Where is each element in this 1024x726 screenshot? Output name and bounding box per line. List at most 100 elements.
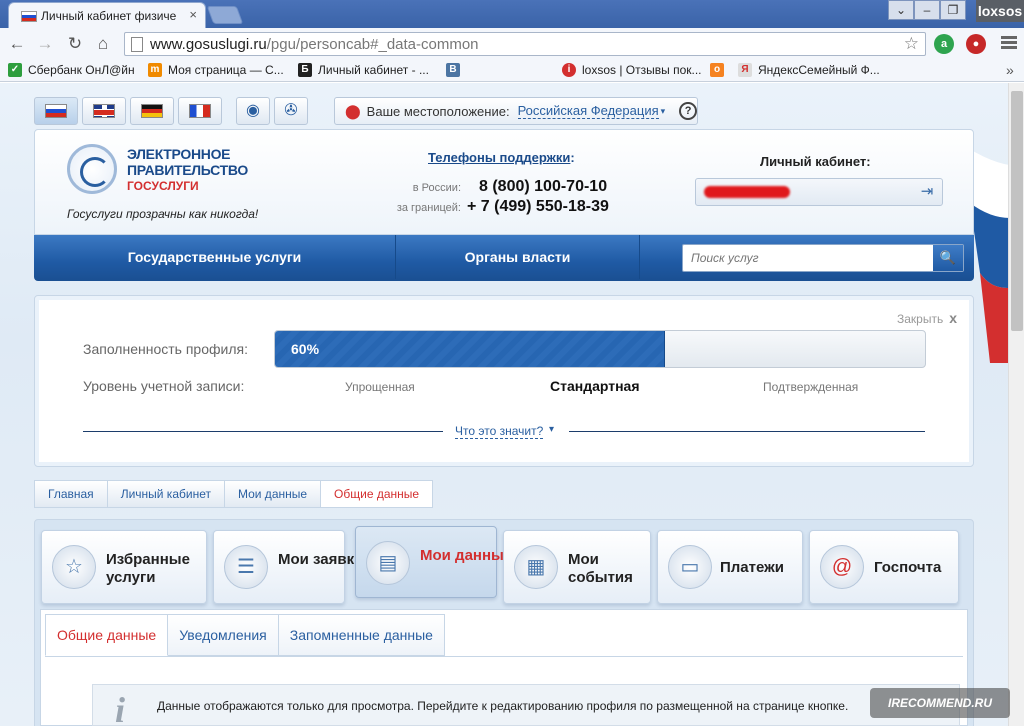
support-title-colon: : (570, 150, 575, 165)
france-flag-icon (189, 104, 211, 118)
logo-line2[interactable]: ПРАВИТЕЛЬСТВО (127, 162, 248, 178)
lang-en-button[interactable] (82, 97, 126, 125)
crumb-my-data[interactable]: Мои данные (223, 480, 321, 508)
help-icon[interactable]: ? (679, 102, 697, 120)
address-bar[interactable]: www.gosuslugi.ru/pgu/personcab#_data-com… (124, 32, 926, 56)
bookmarks-more-icon[interactable]: » (1006, 62, 1014, 78)
location-dropdown-icon[interactable]: ▾ (661, 106, 666, 117)
subtab-common-data[interactable]: Общие данные (45, 614, 169, 656)
close-panel-button[interactable]: Закрыть x (897, 310, 957, 326)
support-phones-link[interactable]: Телефоны поддержки: (428, 150, 575, 165)
sberbank-icon: ✓ (8, 63, 22, 77)
tile-label: Мои данные (420, 547, 513, 564)
tile-gospochta[interactable]: @ Госпочта (809, 530, 959, 604)
crumb-cabinet[interactable]: Личный кабинет (106, 480, 224, 508)
bookmark-sberbank[interactable]: ✓ Сбербанк ОнЛ@йн (8, 63, 135, 77)
phone-number: 8 (800) 100-70-10 (479, 178, 608, 195)
cabinet-user-box[interactable]: ⇥ (695, 178, 943, 206)
window-menu-button[interactable]: ⌄ (888, 0, 914, 20)
lang-fr-button[interactable] (178, 97, 222, 125)
breadcrumb: Главная Личный кабинет Мои данные Общие … (34, 480, 434, 508)
tile-label: Мои события (568, 551, 633, 586)
location-value[interactable]: Российская Федерация (517, 103, 659, 119)
irecommend-watermark: IRECOMMEND.RU (870, 688, 1010, 718)
my-page-icon: m (148, 63, 162, 77)
gosuslugi-logo-icon[interactable] (67, 144, 117, 194)
maximize-button[interactable]: ❐ (940, 0, 966, 20)
tile-events[interactable]: ▦ Мои события (503, 530, 651, 604)
bookmark-irecommend[interactable]: i loxsos | Отзывы пок... (562, 63, 702, 77)
back-icon[interactable]: ← (6, 33, 28, 55)
home-icon[interactable]: ⌂ (92, 33, 114, 55)
location-pin-icon: ⬤ (345, 102, 361, 119)
subtab-saved-data[interactable]: Запомненные данные (278, 614, 445, 656)
low-vision-icon[interactable]: ◉ (236, 97, 270, 125)
info-icon: i (115, 690, 126, 726)
search-input[interactable] (683, 245, 933, 271)
window-controls: ⌄ – ❐ (888, 0, 966, 20)
bookmark-vk[interactable]: В (446, 63, 466, 77)
phone-number: + 7 (499) 550-18-39 (467, 198, 609, 215)
browser-tab[interactable]: Личный кабинет физиче × (8, 2, 206, 28)
lang-de-button[interactable] (130, 97, 174, 125)
subtab-notifications[interactable]: Уведомления (168, 614, 279, 656)
fill-label: Заполненность профиля: (83, 341, 248, 357)
browser-menu-icon[interactable] (1000, 34, 1018, 52)
nav-gov-services[interactable]: Государственные услуги (34, 235, 396, 279)
browser-profile-name[interactable]: loxsos (976, 0, 1024, 22)
tile-label: Платежи (720, 559, 784, 576)
bookmark-label: Моя страница — С... (168, 63, 284, 77)
tile-requests[interactable]: ☰ Мои заявки (213, 530, 363, 604)
page-scrollbar[interactable] (1008, 83, 1024, 726)
nav-authorities[interactable]: Органы власти (396, 235, 640, 279)
bookmark-my-page[interactable]: m Моя страница — С... (148, 63, 284, 77)
tab-close-icon[interactable]: × (189, 7, 197, 22)
bookmark-yandex[interactable]: Я ЯндексСемейный Ф... (738, 63, 880, 77)
level-confirmed: Подтвержденная (763, 380, 859, 394)
site-header: ЭЛЕКТРОННОЕ ПРАВИТЕЛЬСТВО ГОСУСЛУГИ Госу… (34, 129, 974, 235)
url-text[interactable]: www.gosuslugi.ru/pgu/personcab#_data-com… (150, 36, 479, 53)
logo-line3[interactable]: ГОСУСЛУГИ (127, 179, 199, 193)
tile-my-data[interactable]: ▤ Мои данные (355, 526, 512, 598)
support-title: Телефоны поддержки (428, 150, 571, 165)
bookmark-star-icon[interactable]: ☆ (904, 34, 919, 54)
calendar-icon: ▦ (514, 545, 558, 589)
page-icon (131, 37, 143, 52)
adblock-icon[interactable]: ● (966, 34, 986, 54)
vk-icon: В (446, 63, 460, 77)
redacted-username (704, 186, 790, 198)
what-link-arrow-icon[interactable]: ▾ (549, 424, 554, 435)
yandex-icon: Я (738, 63, 752, 77)
extension-a-icon[interactable]: a (934, 34, 954, 54)
logout-icon[interactable]: ⇥ (918, 183, 936, 201)
tile-label: Избранные услуги (106, 551, 190, 586)
cabinet-title: Личный кабинет: (760, 154, 871, 169)
tile-payments[interactable]: ▭ Платежи (657, 530, 803, 604)
new-tab-button[interactable] (206, 6, 244, 24)
notice-text: Данные отображаются только для просмотра… (157, 699, 849, 713)
tab-title: Личный кабинет физиче (41, 9, 177, 23)
reload-icon[interactable]: ↻ (64, 33, 86, 55)
bookmark-cabinet[interactable]: Б Личный кабинет - ... (298, 63, 429, 77)
crumb-common-data: Общие данные (320, 480, 434, 508)
bookmark-label: loxsos | Отзывы пок... (582, 63, 702, 77)
browser-tabstrip: Личный кабинет физиче × ⌄ – ❐ loxsos (0, 0, 1024, 28)
progress-fill (275, 331, 665, 367)
tile-favorites[interactable]: ☆ Избранные услуги (41, 530, 207, 604)
bookmark-label: Сбербанк ОнЛ@йн (28, 63, 135, 77)
search-icon[interactable]: 🔍 (933, 245, 963, 271)
cabinet-icon: Б (298, 63, 312, 77)
russia-flag-icon (21, 11, 37, 22)
minimize-button[interactable]: – (914, 0, 940, 20)
what-does-it-mean-link[interactable]: Что это значит? (455, 424, 544, 439)
logo-line1[interactable]: ЭЛЕКТРОННОЕ (127, 146, 231, 162)
crumb-home[interactable]: Главная (34, 480, 107, 508)
germany-flag-icon (141, 104, 163, 118)
forward-icon[interactable]: → (34, 33, 56, 55)
bookmark-odnoklassniki[interactable]: о (710, 63, 730, 77)
scrollbar-thumb[interactable] (1011, 91, 1023, 331)
bookmarks-bar: ✓ Сбербанк ОнЛ@йн m Моя страница — С... БЛ… (0, 60, 1024, 82)
lang-ru-button[interactable] (34, 97, 78, 125)
phone-label: за границей: (396, 202, 461, 214)
compass-icon[interactable]: ✇ (274, 97, 308, 125)
